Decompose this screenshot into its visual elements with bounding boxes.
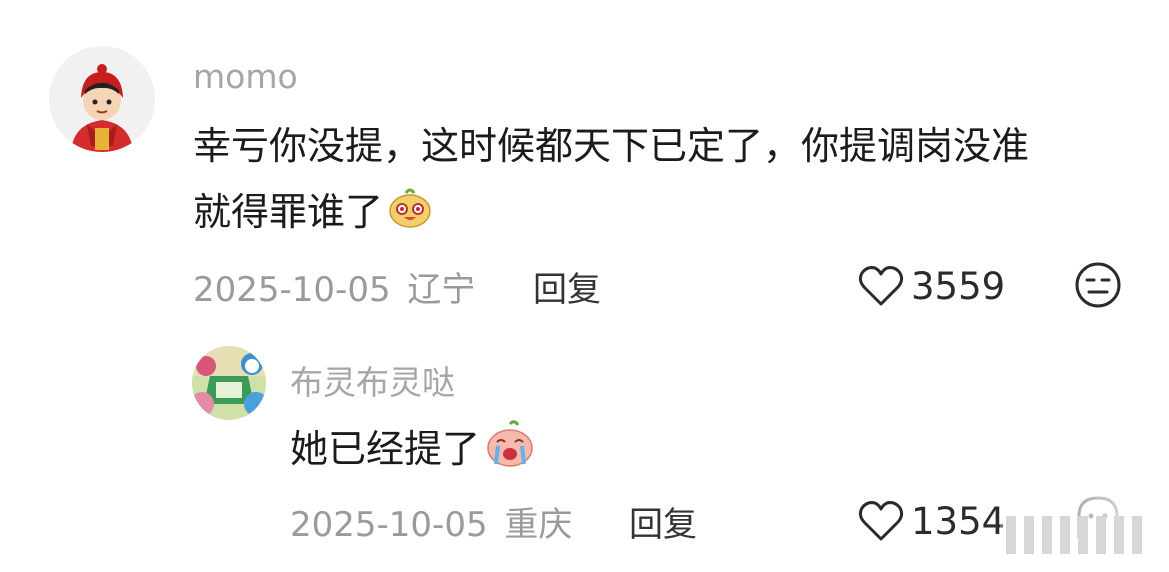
reply-button[interactable]: 回复 xyxy=(533,262,601,311)
meh-face-icon xyxy=(1075,262,1121,308)
avatar-image xyxy=(49,46,155,152)
comment-location: 辽宁 xyxy=(407,270,476,310)
reply-like-button[interactable]: 1354 xyxy=(857,499,1005,543)
comment-username[interactable]: momo xyxy=(193,57,298,96)
reply-date: 2025-10-05 xyxy=(290,505,488,545)
reply-meta: 2025-10-05 重庆 xyxy=(290,497,572,546)
watermark-image xyxy=(1000,496,1160,556)
reply-location: 重庆 xyxy=(504,505,573,545)
reply-text: 她已经提了 xyxy=(290,427,481,471)
comment-date: 2025-10-05 xyxy=(193,270,391,310)
reaction-button[interactable] xyxy=(1074,261,1122,313)
reply-avatar-image xyxy=(192,346,266,420)
crying-peach-emoji xyxy=(484,420,536,483)
reply-like-count: 1354 xyxy=(911,499,1006,543)
like-count: 3559 xyxy=(911,264,1006,308)
reply-username[interactable]: 布灵布灵哒 xyxy=(290,356,455,404)
heart-outline-icon xyxy=(858,501,904,541)
heart-outline-icon xyxy=(858,266,904,306)
avatar[interactable] xyxy=(49,46,155,152)
excited-dog-emoji xyxy=(387,185,433,244)
comment-text-line1: 幸亏你没提，这时候都天下已定了，你提调岗没准 xyxy=(193,124,1030,168)
reply-avatar[interactable] xyxy=(192,346,266,420)
watermark-strip xyxy=(1000,496,1160,560)
like-button[interactable]: 3559 xyxy=(857,264,1005,308)
reply-text-wrap: 她已经提了 xyxy=(290,420,536,483)
comment-text-line2-wrap: 就得罪谁了 xyxy=(193,184,433,244)
reply-reply-button[interactable]: 回复 xyxy=(629,497,697,546)
comment-text-line2: 就得罪谁了 xyxy=(193,190,384,234)
comment-meta: 2025-10-05 辽宁 xyxy=(193,262,475,311)
